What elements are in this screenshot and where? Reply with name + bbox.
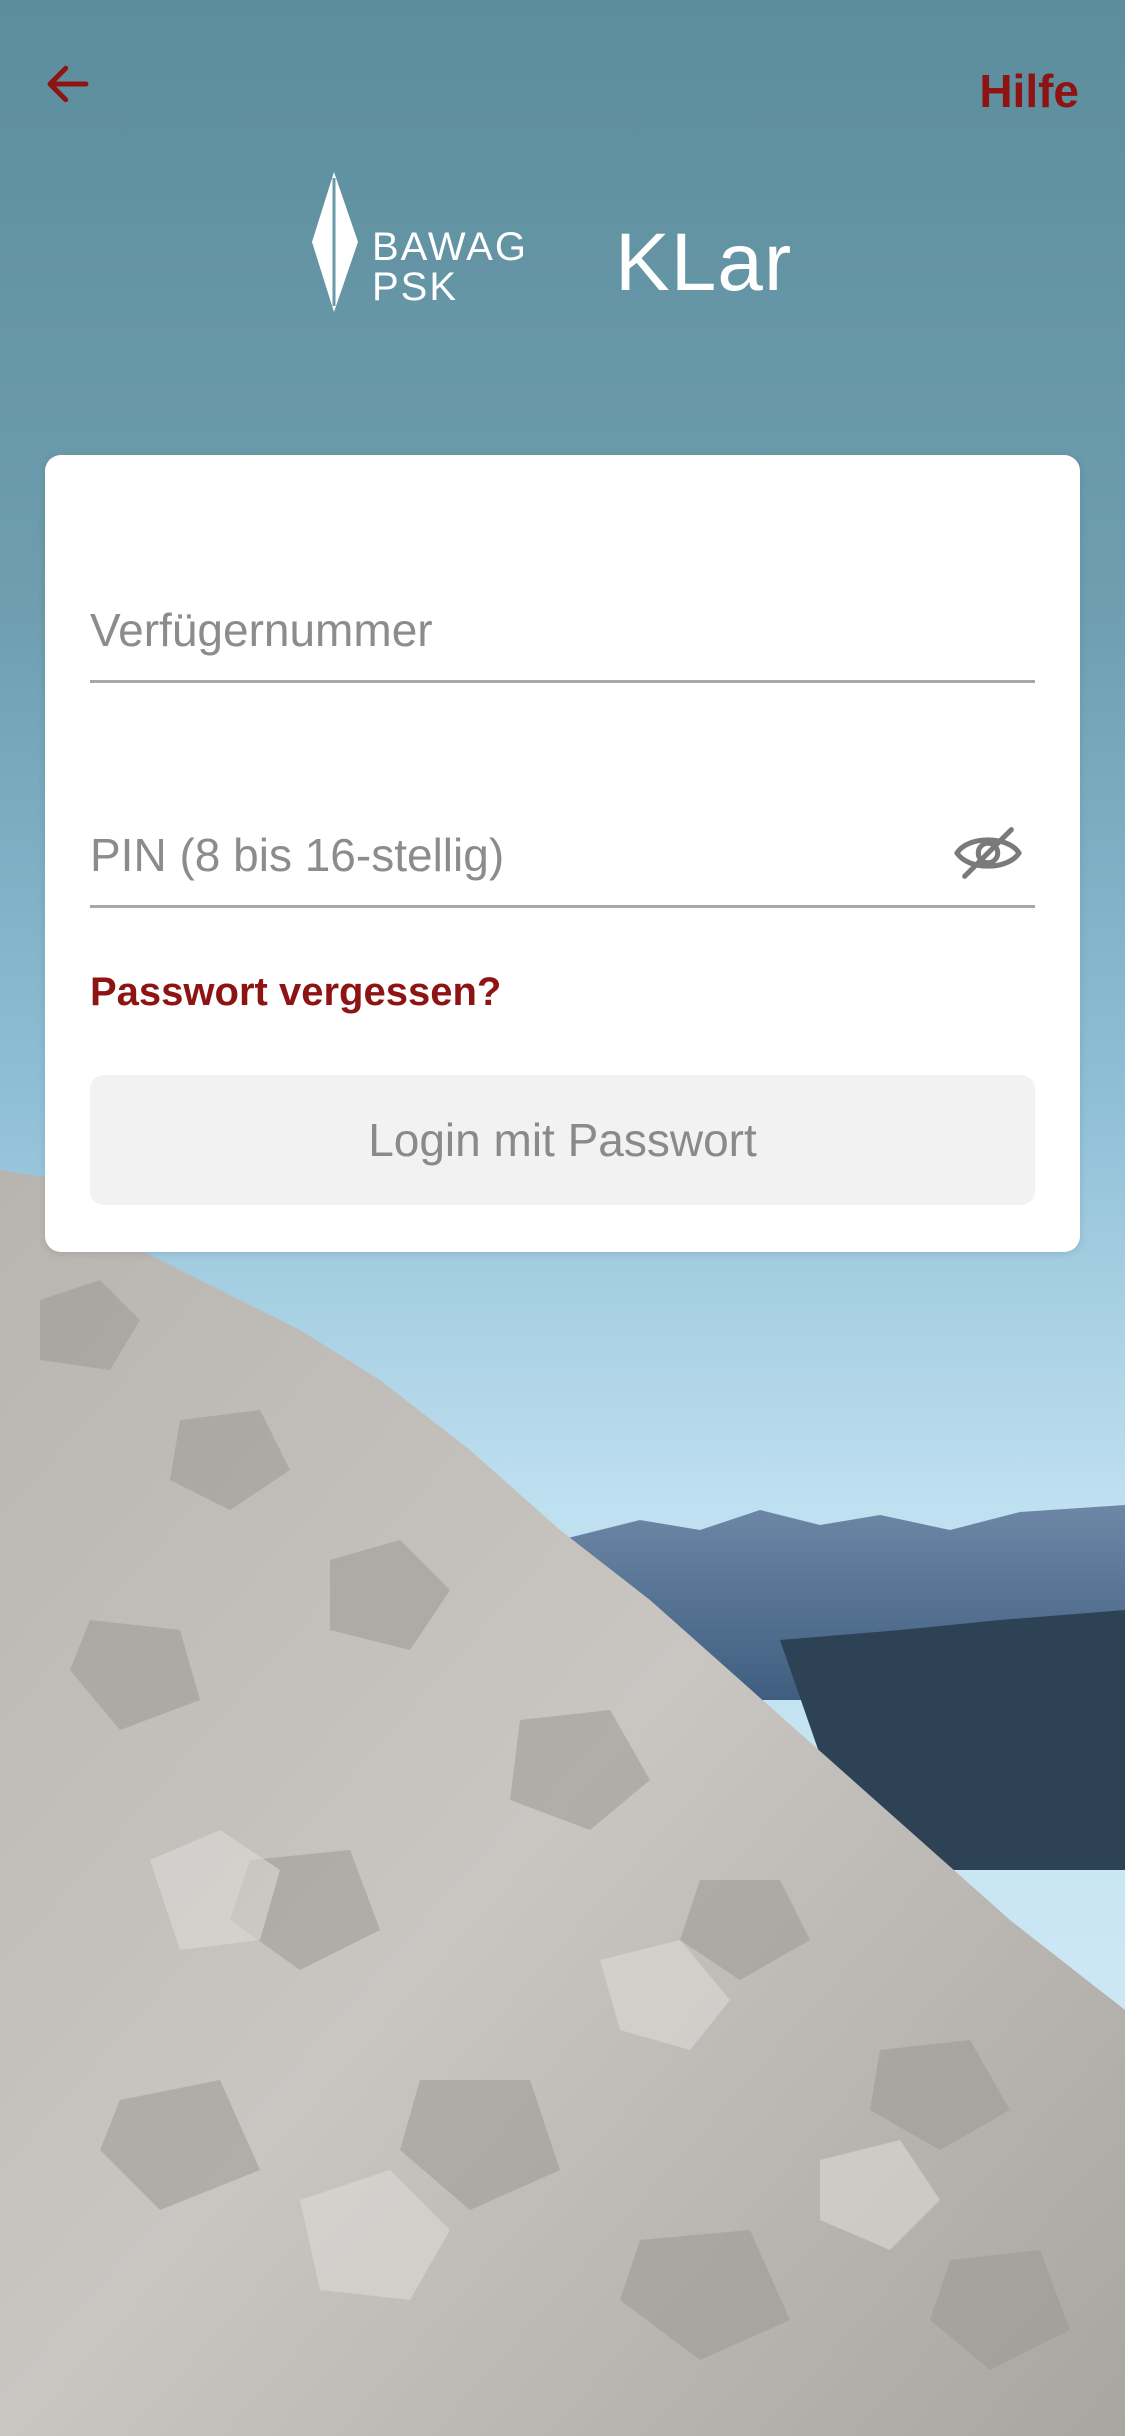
pin-field [90,805,1035,908]
back-button[interactable] [36,52,100,116]
login-card: Passwort vergessen? Login mit Passwort [45,455,1080,1252]
bank-name-line1: BAWAG [372,225,528,269]
pin-input[interactable] [90,805,910,905]
eye-slash-icon [954,827,1022,879]
forgot-password-link[interactable]: Passwort vergessen? [90,970,501,1015]
help-link[interactable]: Hilfe [979,64,1079,118]
brand-logo: BAWAG PSK KLar [300,172,830,322]
login-with-password-button[interactable]: Login mit Passwort [90,1075,1035,1205]
username-field [90,580,1035,683]
klar-brand-wordmark: KLar [615,217,792,308]
username-input[interactable] [90,580,1035,680]
arrow-left-icon [47,65,89,103]
bank-name-line2: PSK [372,265,458,309]
pin-visibility-toggle[interactable] [953,823,1023,883]
